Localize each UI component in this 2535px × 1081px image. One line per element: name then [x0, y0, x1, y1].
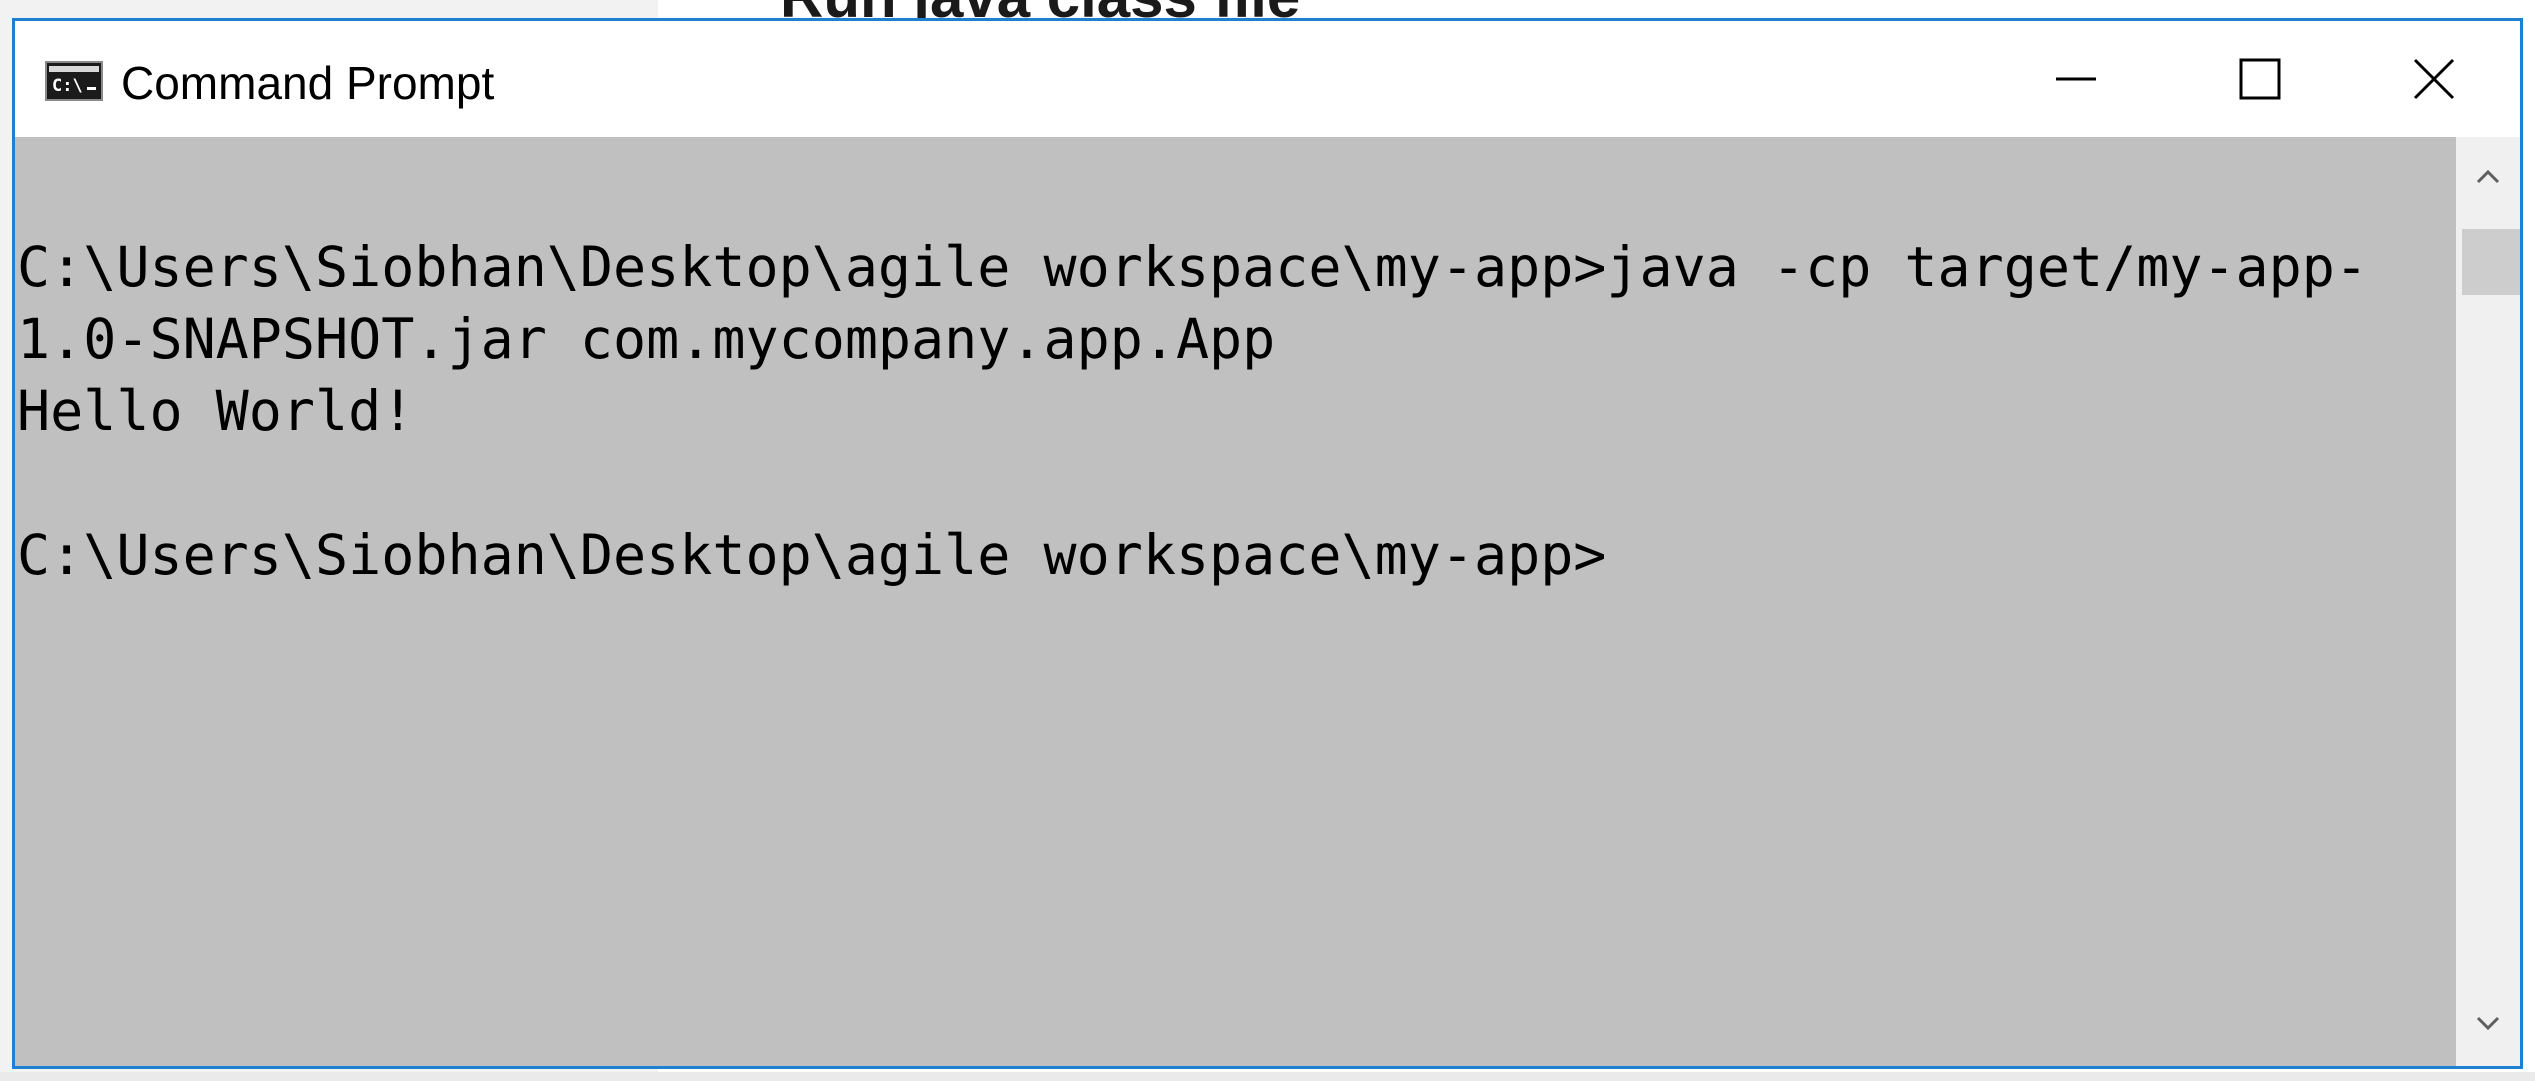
maximize-icon — [2239, 58, 2281, 100]
console-line-output: Hello World! — [17, 379, 415, 443]
minimize-icon — [2056, 77, 2096, 81]
background-bottom-strip — [0, 1072, 2535, 1081]
close-icon — [2413, 58, 2455, 100]
console-line-blank — [17, 447, 2368, 519]
title-bar[interactable]: C:\ Command Prompt — [15, 21, 2520, 137]
scroll-down-button[interactable] — [2456, 993, 2520, 1053]
console-line-command: C:\Users\Siobhan\Desktop\agile workspace… — [17, 235, 2369, 299]
cmd-icon: C:\ — [45, 61, 103, 101]
minimize-button[interactable] — [1984, 21, 2168, 137]
console-line-command-cont: 1.0-SNAPSHOT.jar com.mycompany.app.App — [17, 307, 1276, 371]
svg-text:C:\: C:\ — [52, 76, 83, 96]
chevron-down-icon — [2476, 1016, 2500, 1031]
close-button[interactable] — [2342, 21, 2526, 137]
chevron-up-icon — [2476, 169, 2500, 184]
console-text: C:\Users\Siobhan\Desktop\agile workspace… — [17, 231, 2368, 591]
console-line-prompt: C:\Users\Siobhan\Desktop\agile workspace… — [17, 523, 1607, 587]
vertical-scrollbar[interactable] — [2456, 137, 2520, 1066]
scroll-thumb[interactable] — [2462, 229, 2520, 295]
maximize-button[interactable] — [2168, 21, 2352, 137]
scroll-up-button[interactable] — [2456, 147, 2520, 207]
command-prompt-window[interactable]: C:\ Command Prompt C:\Users\Siobhan\Desk… — [12, 18, 2523, 1069]
window-title: Command Prompt — [121, 57, 495, 109]
console-output[interactable]: C:\Users\Siobhan\Desktop\agile workspace… — [15, 137, 2456, 1066]
